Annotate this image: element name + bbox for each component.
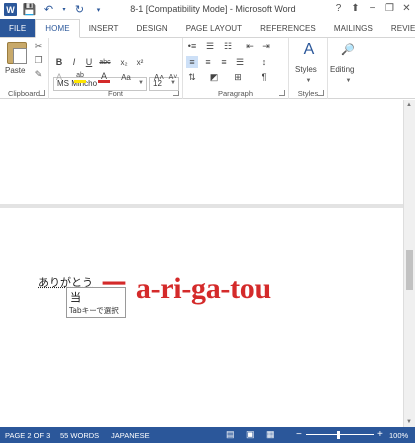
clipboard-launcher-icon[interactable] [39,90,45,96]
ribbon-tabs: FILE HOME INSERT DESIGN PAGE LAYOUT REFE… [0,19,415,38]
justify-icon[interactable]: ☰ [234,56,246,68]
help-button[interactable]: ? [330,0,347,17]
tab-home[interactable]: HOME [35,19,80,38]
strikethrough-button[interactable]: abc [97,56,113,68]
zoom-level[interactable]: 100% [389,431,408,440]
tab-page-layout[interactable]: PAGE LAYOUT [177,19,251,37]
page-count-status[interactable]: PAGE 2 OF 3 [5,431,50,440]
text-effects-button[interactable]: A [53,71,65,83]
zoom-out-button[interactable]: − [296,429,302,440]
shading-icon[interactable]: ◩ [208,71,220,83]
tab-file[interactable]: FILE [0,19,36,37]
styles-group: A Styles ▼ Styles [289,38,328,99]
change-case-button[interactable]: Aa [119,71,133,83]
close-button[interactable]: ✕ [398,0,415,17]
styles-icon[interactable]: A [301,41,317,59]
minimize-button[interactable]: − [364,0,381,17]
paragraph-launcher-icon[interactable] [279,90,285,96]
font-color-button[interactable]: A [98,71,110,83]
sort-icon[interactable]: ⇅ [186,71,198,83]
borders-icon[interactable]: ⊞ [232,71,244,83]
paragraph-group-label: Paragraph [217,89,254,98]
customize-qat-icon[interactable]: ▾ [92,3,105,16]
subscript-button[interactable]: x₂ [118,56,130,68]
language-status[interactable]: JAPANESE [111,431,150,440]
highlight-button[interactable]: ab [74,71,86,83]
zoom-slider-thumb[interactable] [337,431,340,439]
editing-group: 🔎 Editing ▼ [328,38,368,99]
show-formatting-icon[interactable]: ¶ [258,71,270,83]
bullets-icon[interactable]: •≡ [186,40,198,52]
paste-icon[interactable] [7,42,27,64]
word-count-status[interactable]: 55 WORDS [60,431,99,440]
scroll-down-icon[interactable]: ▼ [406,419,412,425]
tab-insert[interactable]: INSERT [80,19,128,37]
italic-button[interactable]: I [68,56,80,68]
document-page-current[interactable] [0,208,403,427]
scroll-thumb[interactable] [406,250,413,290]
align-left-icon[interactable]: ≡ [186,56,198,68]
bold-button[interactable]: B [53,56,65,68]
redo-icon[interactable]: ↻ [73,3,86,16]
tab-review[interactable]: REVIEW [382,19,415,37]
paragraph-group: Paragraph [183,38,289,99]
scroll-up-icon[interactable]: ▲ [406,102,412,108]
increase-indent-icon[interactable]: ⇥ [260,40,272,52]
document-page-previous[interactable] [0,100,403,204]
styles-launcher-icon[interactable] [318,90,324,96]
ime-candidate-window[interactable]: 当 Tabキーで選択 [66,287,126,318]
window-controls: ? ⬆ − ❐ ✕ [330,0,415,17]
status-bar: PAGE 2 OF 3 55 WORDS JAPANESE ▤ ▣ ▦ − + … [0,427,415,443]
window-title: 8-1 [Compatibility Mode] - Microsoft Wor… [130,4,296,14]
read-mode-icon[interactable]: ▤ [226,429,235,440]
decrease-indent-icon[interactable]: ⇤ [244,40,256,52]
ribbon-display-options-icon[interactable]: ⬆ [347,0,364,17]
chevron-down-icon: ▼ [305,77,312,84]
numbering-icon[interactable]: ☰ [204,40,216,52]
underline-button[interactable]: U [83,56,95,68]
save-icon[interactable]: 💾 [23,3,37,16]
format-painter-icon[interactable]: ✎ [33,69,44,80]
title-bar: W 💾 ↶ ▾ ↻ ▾ 8-1 [Compatibility Mode] - M… [0,0,415,19]
cut-icon[interactable]: ✂ [33,41,44,52]
quick-access-toolbar: W 💾 ↶ ▾ ↻ ▾ [4,3,105,16]
align-right-icon[interactable]: ≡ [218,56,230,68]
chevron-down-icon: ▼ [138,80,144,86]
web-layout-icon[interactable]: ▦ [266,429,275,440]
shrink-font-button[interactable]: A˅ [166,71,180,83]
editing-button-label[interactable]: Editing [330,65,354,74]
undo-dropdown-icon[interactable]: ▾ [61,3,67,16]
tab-mailings[interactable]: MAILINGS [325,19,382,37]
styles-button-label[interactable]: Styles [295,65,317,74]
vertical-scrollbar[interactable]: ▲ ▼ [403,100,415,427]
clipboard-group: Paste ✂ ❐ ✎ Clipboard [0,38,49,99]
superscript-button[interactable]: x² [134,56,146,68]
tab-references[interactable]: REFERENCES [251,19,325,37]
chevron-down-icon: ▼ [345,77,352,84]
print-layout-icon[interactable]: ▣ [246,429,255,440]
grow-font-button[interactable]: A˄ [152,71,166,83]
align-center-icon[interactable]: ≡ [202,56,214,68]
ime-hint: Tabキーで選択 [69,306,119,315]
ime-candidate[interactable]: 当 [70,289,81,305]
restore-button[interactable]: ❐ [381,0,398,17]
tab-design[interactable]: DESIGN [128,19,177,37]
zoom-in-button[interactable]: + [377,429,383,440]
paste-button-label[interactable]: Paste [5,66,25,75]
line-spacing-icon[interactable]: ↕ [258,56,270,68]
multilevel-list-icon[interactable]: ☷ [222,40,234,52]
word-app-icon[interactable]: W [4,3,17,16]
undo-icon[interactable]: ↶ [42,3,55,16]
copy-icon[interactable]: ❐ [33,55,44,66]
zoom-slider[interactable] [306,434,374,435]
binoculars-icon[interactable]: 🔎 [341,42,355,56]
